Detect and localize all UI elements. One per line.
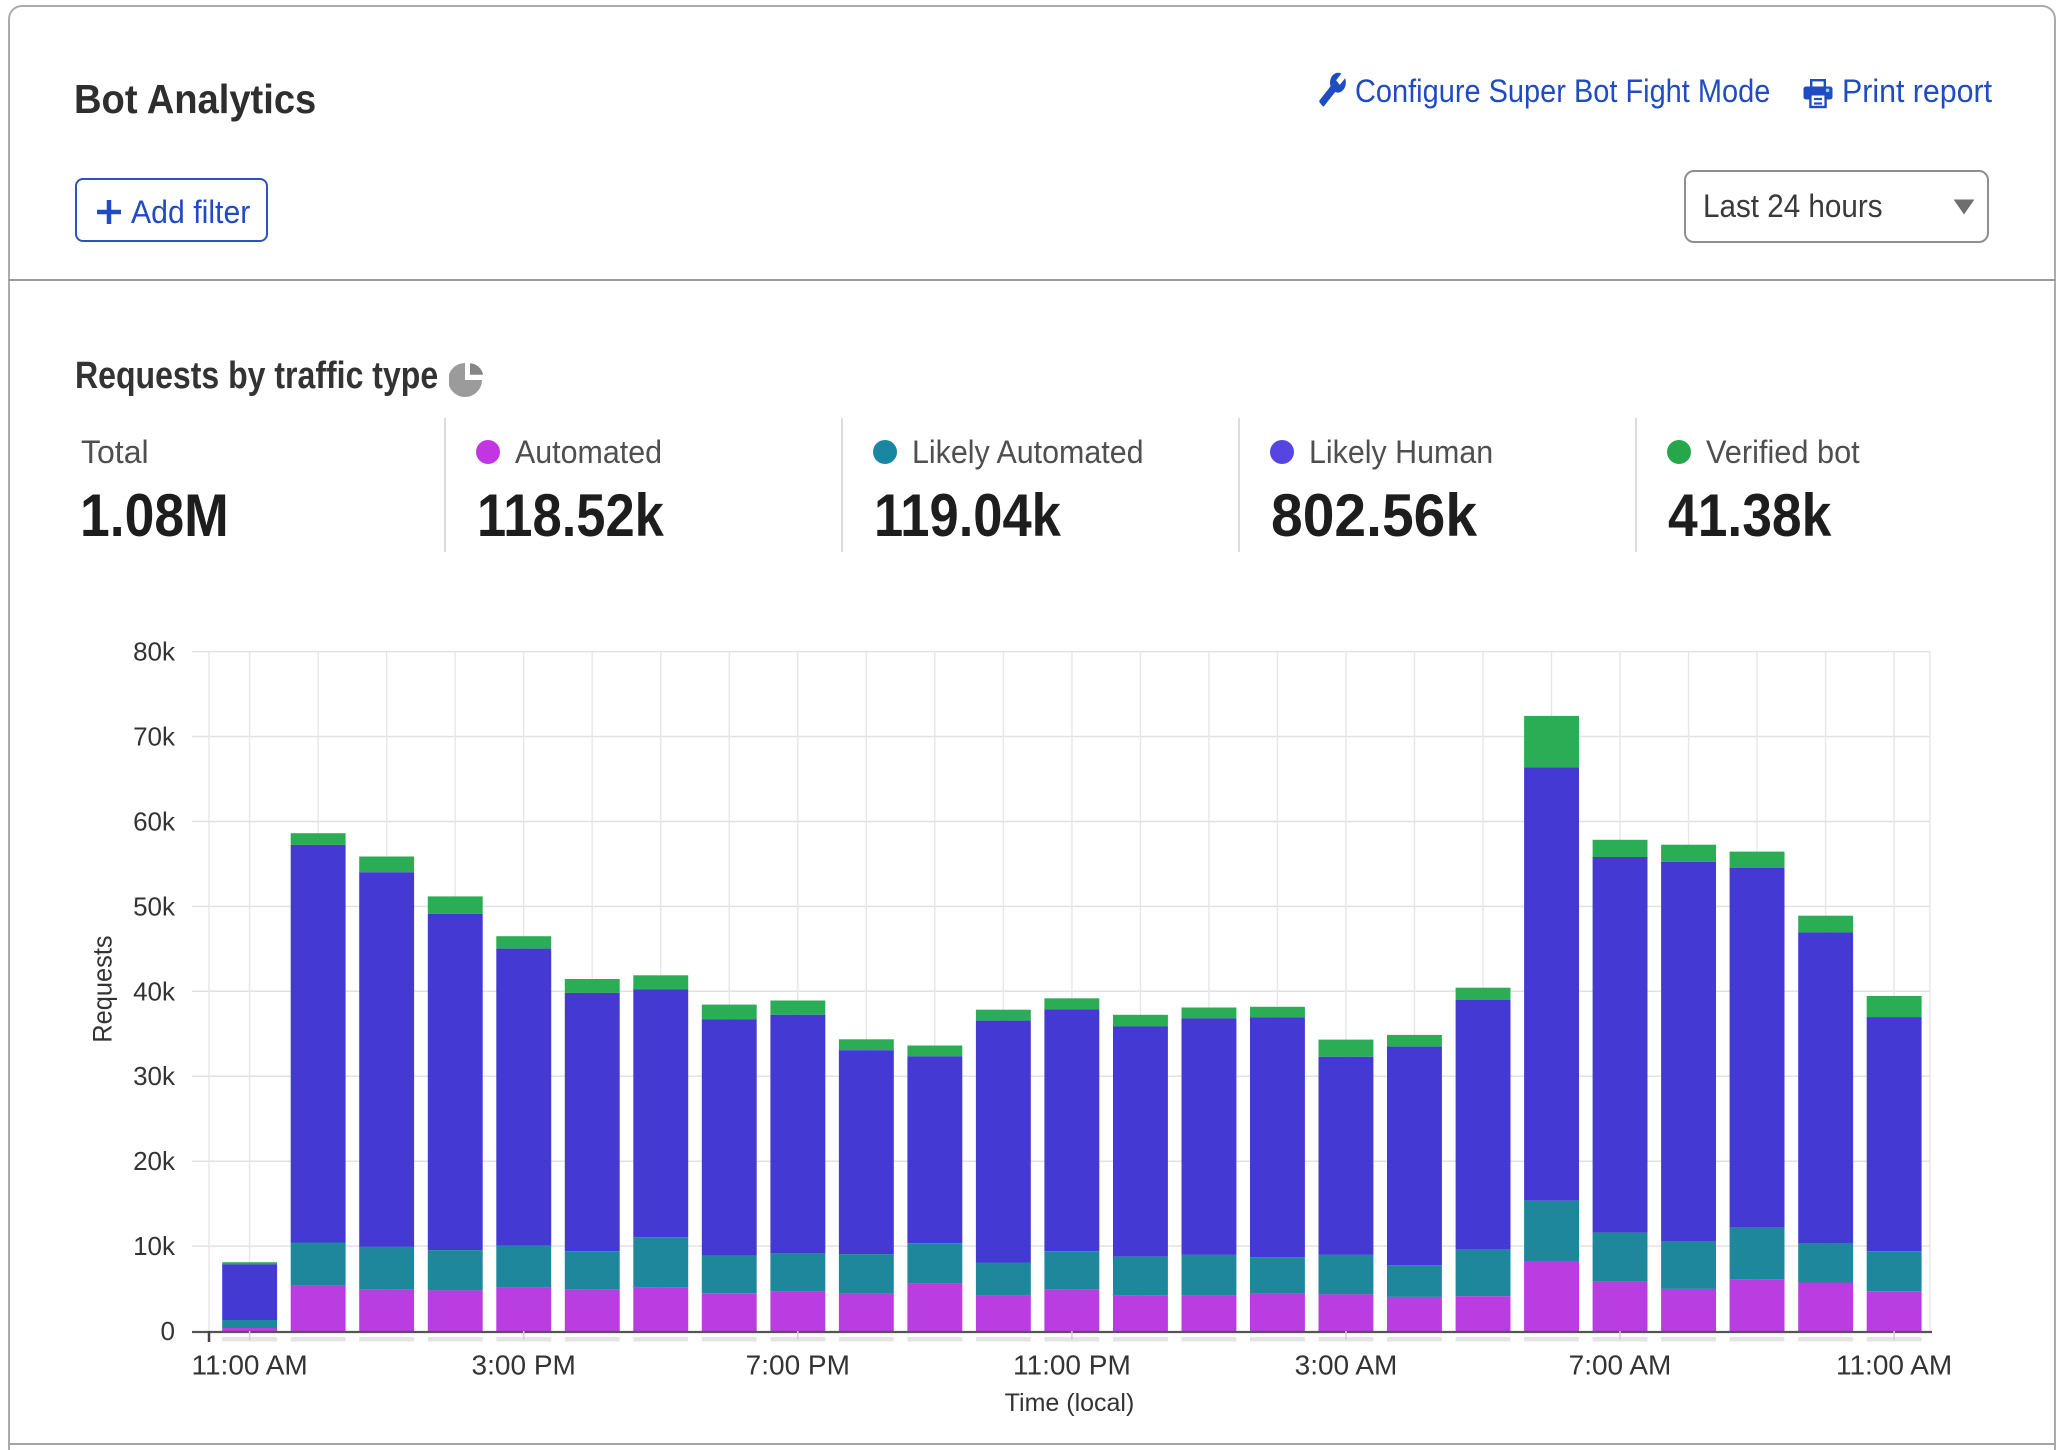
svg-text:7:00 PM: 7:00 PM: [746, 1350, 850, 1381]
svg-text:11:00 PM: 11:00 PM: [1013, 1350, 1131, 1381]
svg-text:40k: 40k: [133, 976, 176, 1006]
svg-text:10k: 10k: [133, 1231, 176, 1261]
svg-text:3:00 PM: 3:00 PM: [472, 1350, 576, 1381]
svg-text:80k: 80k: [133, 637, 176, 667]
svg-text:3:00 AM: 3:00 AM: [1295, 1350, 1398, 1381]
svg-text:7:00 AM: 7:00 AM: [1569, 1350, 1672, 1381]
svg-text:Time (local): Time (local): [1005, 1389, 1135, 1417]
svg-text:70k: 70k: [133, 722, 176, 752]
svg-text:11:00 AM: 11:00 AM: [191, 1350, 307, 1381]
svg-text:Requests: Requests: [87, 935, 118, 1042]
svg-text:0: 0: [161, 1316, 175, 1346]
svg-text:60k: 60k: [133, 807, 176, 837]
svg-text:50k: 50k: [133, 891, 176, 921]
svg-text:11:00 AM: 11:00 AM: [1836, 1350, 1952, 1381]
svg-text:20k: 20k: [133, 1146, 176, 1176]
svg-text:30k: 30k: [133, 1061, 176, 1091]
